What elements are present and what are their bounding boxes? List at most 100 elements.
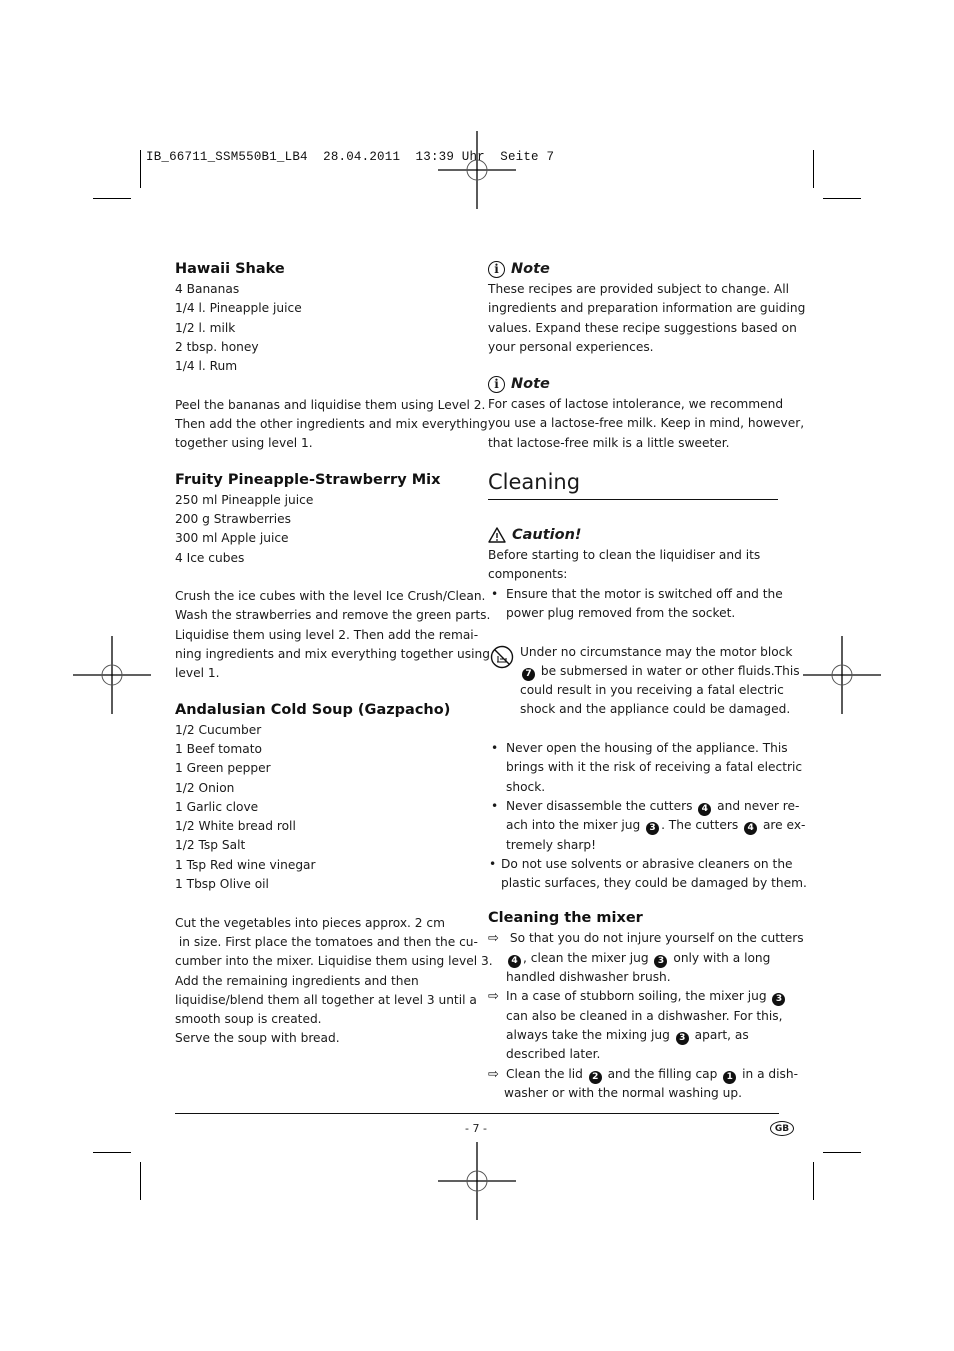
instruction-item: ⇨ Clean the lid 2 and the filling cap 1 …	[488, 1066, 799, 1100]
method-line: Then add the other ingredients and mix e…	[175, 417, 488, 432]
ingredient: 1 Green pepper	[175, 761, 271, 776]
crop-mark	[823, 198, 861, 200]
arrow-right-icon: ⇨	[488, 931, 499, 947]
registration-mark-top	[438, 131, 516, 209]
caution-intro: components:	[488, 567, 568, 582]
bullet-icon: •	[491, 798, 499, 813]
bullet-icon: •	[491, 741, 499, 756]
part-number-badge: 4	[508, 954, 521, 968]
ingredient: 300 ml Apple juice	[175, 531, 289, 546]
ingredient: 1/4 l. Pineapple juice	[175, 301, 302, 316]
page-number: - 7 -	[465, 1122, 487, 1135]
part-number-badge: 3	[772, 993, 786, 1007]
caution-bullet: • Never open the housing of the applianc…	[491, 741, 803, 794]
cleaning-mixer-section: Cleaning the mixer ⇨ So that you do not …	[488, 907, 804, 1103]
section-title-cleaning: Cleaning	[488, 467, 778, 501]
part-number-badge: 3	[654, 954, 668, 968]
note-line: your personal experiences.	[488, 339, 654, 354]
ingredient: 1 Tbsp Olive oil	[175, 877, 269, 892]
recipe-gazpacho: Andalusian Cold Soup (Gazpacho) 1/2 Cucu…	[175, 699, 493, 1049]
caution-title: Caution!	[512, 527, 582, 544]
note-title: Note	[511, 261, 550, 277]
note-box: i Note For cases of lactose intolerance, …	[488, 373, 805, 453]
method-line: Crush the ice cubes with the level Ice C…	[175, 589, 486, 604]
note-title: Note	[511, 376, 550, 393]
crop-mark	[140, 1162, 142, 1200]
print-slug: IB_66711_SSM550B1_LB4 28.04.2011 13:39 U…	[146, 150, 555, 164]
note-line: These recipes are provided subject to ch…	[488, 282, 790, 296]
part-number-badge: 4	[744, 822, 758, 836]
caution-box: Caution! Before starting to clean the li…	[488, 524, 807, 893]
footer-rule	[175, 1113, 779, 1115]
note-box: i Note These recipes are provided subject…	[488, 258, 806, 357]
method-line: smooth soup is created.	[175, 1012, 322, 1027]
method-line: Wash the strawberries and remove the gre…	[175, 608, 491, 623]
method-line: together using level 1.	[175, 436, 313, 451]
note-line: values. Expand these recipe suggestions …	[488, 320, 797, 335]
method-line: level 1.	[175, 666, 220, 681]
warning-triangle-icon	[488, 527, 506, 543]
method-line: ning ingredients and mix everything toge…	[175, 647, 490, 662]
method-line: cumber into the mixer. Liquidise them us…	[175, 954, 493, 969]
crop-mark	[93, 198, 131, 200]
recipe-title: Fruity Pineapple-Strawberry Mix	[175, 471, 441, 488]
crop-mark	[93, 1152, 131, 1154]
method-line: Peel the bananas and liquidise them usin…	[175, 397, 486, 412]
method-line: Liquidise them using level 2. Then add t…	[175, 627, 479, 642]
language-badge: GB	[770, 1121, 794, 1136]
caution-bullet: • Never disassemble the cutters 4 and ne…	[491, 798, 806, 852]
note-line: ingredients and preparation information …	[488, 301, 806, 316]
ingredient: 4 Ice cubes	[175, 550, 245, 565]
method-line: Cut the vegetables into pieces approx. 2…	[175, 915, 445, 930]
recipe-title: Hawaii Shake	[175, 261, 285, 277]
ingredient: 1 Beef tomato	[175, 741, 262, 756]
ingredient: 1/2 Onion	[175, 780, 235, 795]
note-line: that lactose-free milk is a little sweet…	[488, 435, 730, 450]
no-submerge-warning: Under no circumstance may the motor bloc…	[488, 643, 800, 720]
part-number-badge: 3	[646, 822, 660, 836]
ingredient: 1/4 l. Rum	[175, 359, 238, 374]
instruction-item: ⇨ In a case of stubborn soiling, the mix…	[488, 987, 786, 1064]
ingredient: 1 Tsp Red wine vinegar	[175, 857, 316, 872]
ingredient: 2 tbsp. honey	[175, 339, 259, 354]
ingredient: 1 Garlic clove	[175, 799, 259, 814]
recipe-hawaii-shake: Hawaii Shake 4 Bananas 1/4 l. Pineapple …	[175, 258, 488, 454]
instruction-item: ⇨ So that you do not injure yourself on …	[488, 931, 804, 985]
part-number-badge: 3	[675, 1032, 689, 1046]
subsection-title: Cleaning the mixer	[488, 910, 643, 927]
arrow-right-icon: ⇨	[488, 1066, 499, 1082]
arrow-right-icon: ⇨	[488, 989, 499, 1005]
ingredient: 200 g Strawberries	[175, 511, 291, 526]
ingredient: 1/2 Tsp Salt	[175, 838, 246, 853]
recipe-pineapple-strawberry: Fruity Pineapple-Strawberry Mix 250 ml P…	[175, 469, 491, 684]
note-line: For cases of lactose intolerance, we rec…	[488, 397, 784, 412]
part-number-badge: 1	[723, 1070, 737, 1084]
note-line: you use a lactose-free milk. Keep in min…	[488, 416, 805, 431]
info-icon: i	[488, 375, 505, 393]
crop-mark	[813, 1162, 815, 1200]
info-column: i Note These recipes are provided subject…	[488, 258, 807, 1103]
registration-mark-right	[803, 636, 881, 714]
recipes-column: Hawaii Shake 4 Bananas 1/4 l. Pineapple …	[175, 258, 493, 1049]
part-number-badge: 7	[522, 668, 535, 681]
bullet-icon: •	[489, 856, 497, 871]
crop-mark	[140, 150, 142, 188]
recipe-title: Andalusian Cold Soup (Gazpacho)	[175, 701, 451, 718]
crop-mark	[823, 1152, 861, 1154]
crop-mark	[813, 150, 815, 188]
caution-bullet: • Do not use solvents or abrasive cleane…	[489, 856, 807, 891]
registration-mark-bottom	[438, 1142, 516, 1220]
caution-intro: Before starting to clean the liquidiser …	[488, 548, 761, 563]
ingredient: 1/2 Cucumber	[175, 722, 262, 737]
method-line: in size. First place the tomatoes and th…	[175, 934, 478, 949]
ingredient: 250 ml Pineapple juice	[175, 492, 314, 507]
ingredient: 1/2 White bread roll	[175, 819, 296, 834]
part-number-badge: 4	[698, 803, 712, 817]
no-submerge-icon	[490, 645, 514, 668]
method-line: liquidise/blend them all together at lev…	[175, 992, 477, 1007]
bullet-icon: •	[491, 586, 499, 601]
caution-bullet: • Ensure that the motor is switched off …	[491, 586, 783, 620]
ingredient: 1/2 l. milk	[175, 320, 236, 335]
info-icon: i	[488, 260, 505, 278]
method-line: Add the remaining ingredients and then	[175, 973, 419, 988]
